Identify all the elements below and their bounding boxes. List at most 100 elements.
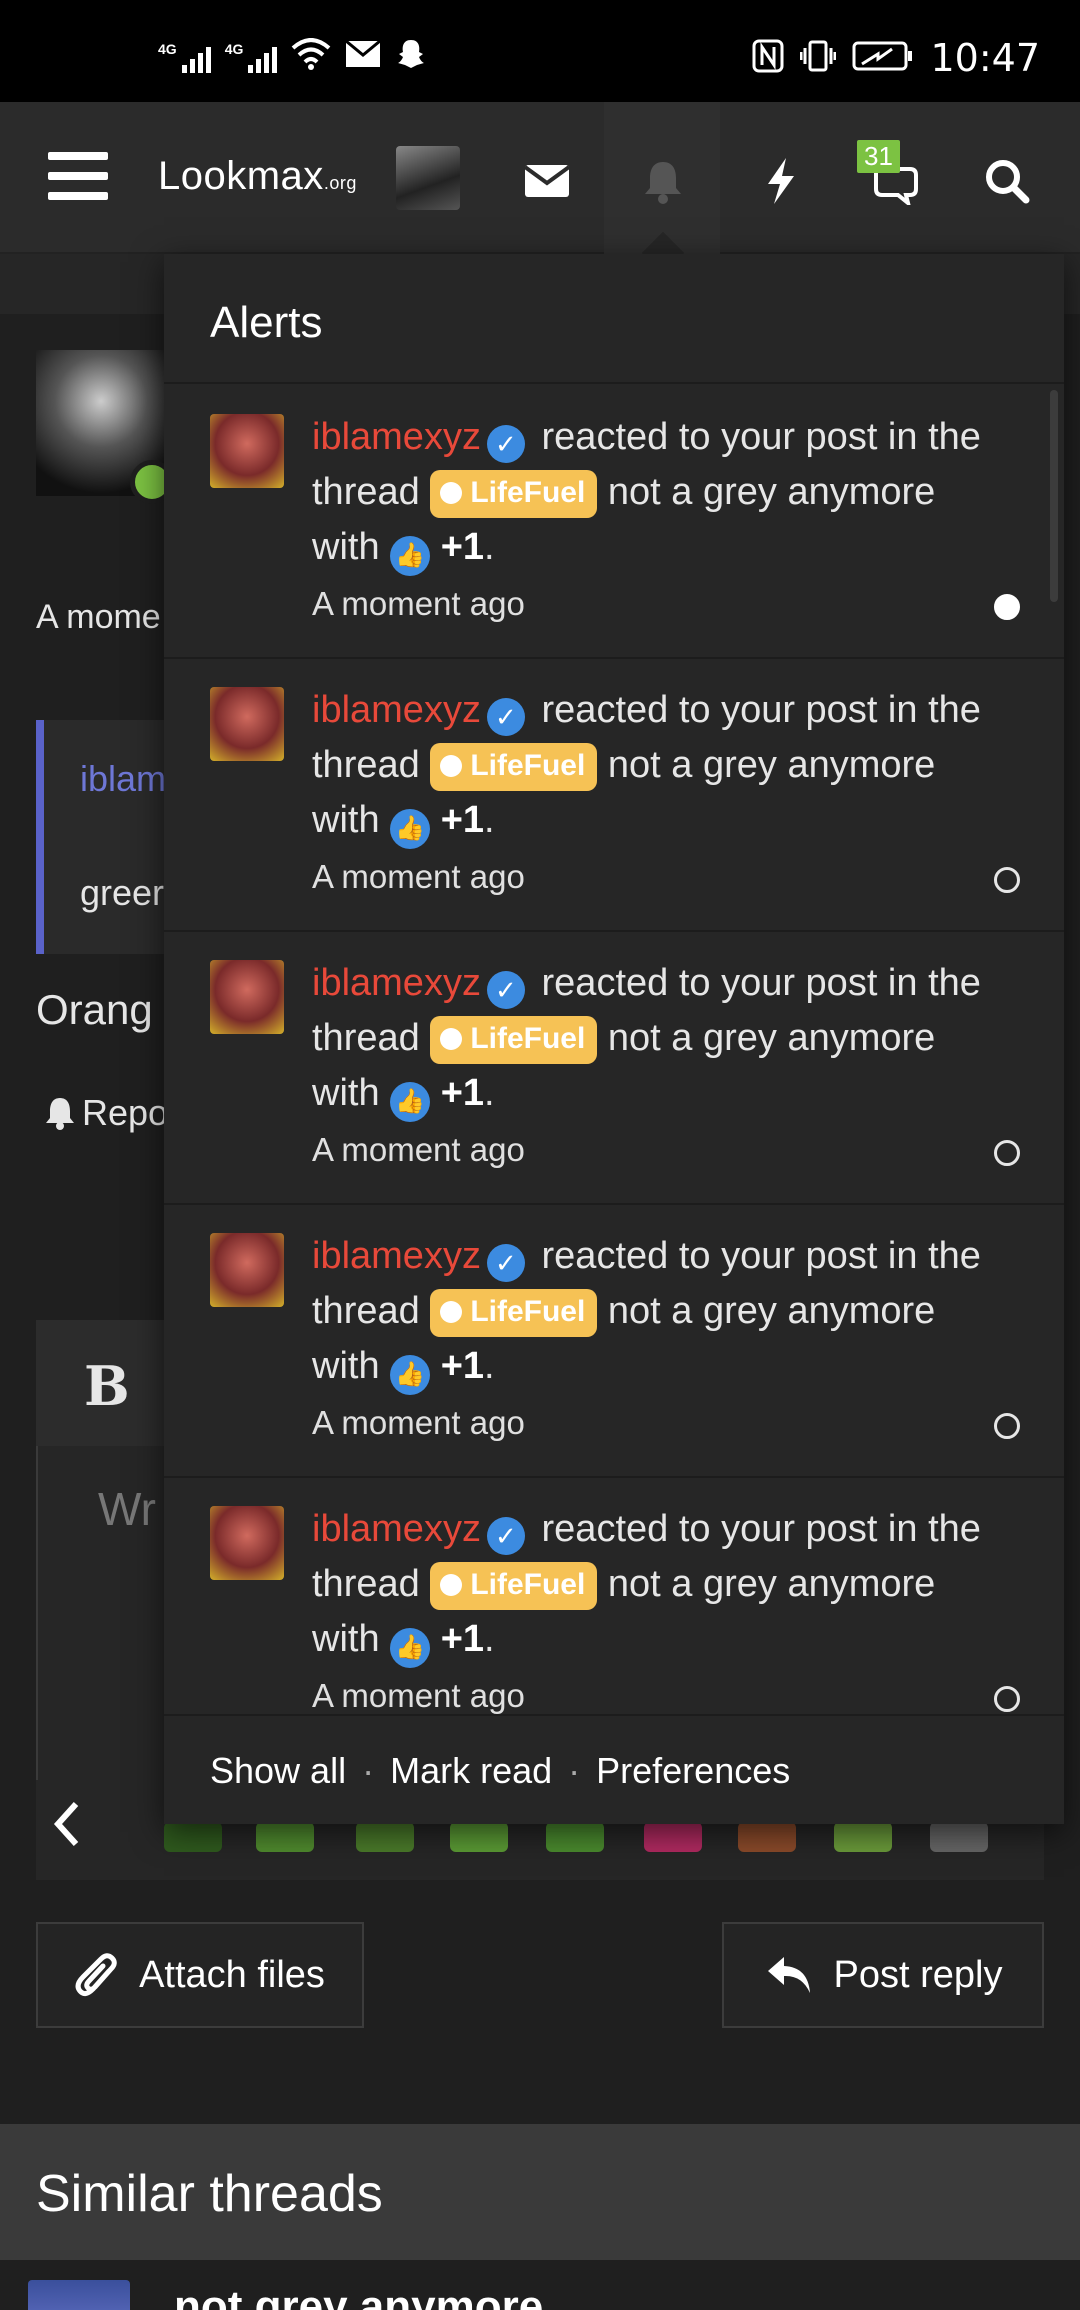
reaction-label: +1: [440, 1072, 485, 1114]
signal-icon: 4G: [225, 41, 278, 73]
alert-with: with: [312, 526, 380, 568]
verified-icon: ✓: [486, 971, 525, 1009]
thread-title[interactable]: not a grey anymore: [608, 744, 935, 786]
post-timestamp[interactable]: A mome: [36, 598, 161, 637]
mark-read-toggle[interactable]: [994, 867, 1020, 893]
alert-with: with: [312, 1072, 380, 1114]
reaction-label: +1: [440, 799, 485, 841]
alert-item[interactable]: iblamexyz ✓ reacted to your post in the t…: [164, 386, 1064, 659]
report-link[interactable]: Repo: [44, 1092, 168, 1134]
reaction-label: +1: [440, 1618, 485, 1660]
alert-username[interactable]: iblamexyz: [312, 1235, 481, 1277]
alert-body[interactable]: iblamexyz ✓ reacted to your post in the t…: [312, 410, 992, 631]
verified-icon: ✓: [486, 1244, 525, 1282]
mark-read-link[interactable]: Mark read: [390, 1750, 552, 1792]
alert-item[interactable]: iblamexyz ✓ reacted to your post in the t…: [164, 1205, 1064, 1478]
whats-new-icon[interactable]: [746, 146, 816, 216]
thread-prefix: LifeFuel: [430, 1016, 598, 1064]
bell-icon[interactable]: [628, 146, 698, 216]
show-all-link[interactable]: Show all: [210, 1750, 346, 1792]
emoji-icon[interactable]: [834, 1822, 892, 1852]
quote-bar: [36, 720, 44, 954]
reply-icon: [767, 1957, 810, 1993]
thread-prefix: LifeFuel: [430, 1289, 598, 1337]
mark-read-toggle[interactable]: [994, 1413, 1020, 1439]
thread-title[interactable]: not a grey anymore: [608, 1290, 935, 1332]
reaction-label: +1: [440, 1345, 485, 1387]
thread-title[interactable]: not a grey anymore: [608, 1017, 935, 1059]
alert-user-avatar[interactable]: [210, 687, 284, 761]
alert-username[interactable]: iblamexyz: [312, 1508, 481, 1550]
emoji-icon[interactable]: [450, 1822, 508, 1852]
mark-read-toggle[interactable]: [994, 1686, 1020, 1712]
battery-icon: [852, 40, 914, 77]
wifi-icon: [291, 38, 331, 76]
emoji-icon[interactable]: [546, 1822, 604, 1852]
alerts-title: Alerts: [210, 298, 323, 347]
chevron-left-icon[interactable]: [52, 1800, 82, 1857]
post-reply-button[interactable]: Post reply: [722, 1922, 1044, 2028]
similar-thread-title[interactable]: not grey anymore: [174, 2282, 543, 2310]
emoji-icon[interactable]: [164, 1822, 222, 1852]
thread-title[interactable]: not a grey anymore: [608, 471, 935, 513]
alert-user-avatar[interactable]: [210, 1233, 284, 1307]
emoji-icon[interactable]: [644, 1822, 702, 1852]
inbox-icon[interactable]: [512, 146, 582, 216]
alert-username[interactable]: iblamexyz: [312, 416, 481, 458]
alert-user-avatar[interactable]: [210, 414, 284, 488]
lightbulb-icon: [440, 482, 463, 504]
verified-icon: ✓: [486, 698, 525, 736]
alert-time: A moment ago: [312, 858, 525, 895]
alert-with: with: [312, 799, 380, 841]
snapchat-icon: [395, 38, 427, 76]
editor-placeholder[interactable]: Wr: [98, 1482, 156, 1536]
alert-user-avatar[interactable]: [210, 1506, 284, 1580]
mark-read-toggle[interactable]: [994, 594, 1020, 620]
alert-item[interactable]: iblamexyz ✓ reacted to your post in the t…: [164, 932, 1064, 1205]
alerts-scrollbar[interactable]: [1050, 390, 1058, 602]
quote-author[interactable]: iblam: [80, 758, 166, 800]
alert-username[interactable]: iblamexyz: [312, 962, 481, 1004]
alerts-list: iblamexyz ✓ reacted to your post in the t…: [164, 386, 1064, 1824]
alerts-menu: Alerts iblamexyz ✓ reacted to your post i…: [164, 254, 1064, 1824]
similar-threads-header: Similar threads: [0, 2124, 1080, 2260]
alert-body[interactable]: iblamexyz ✓ reacted to your post in the t…: [312, 683, 992, 904]
alert-body[interactable]: iblamexyz ✓ reacted to your post in the t…: [312, 956, 992, 1177]
mail-icon: [345, 39, 382, 74]
like-reaction-icon: 👍: [390, 809, 431, 849]
alert-username[interactable]: iblamexyz: [312, 689, 481, 731]
signal-icon: 4G: [158, 41, 211, 73]
alert-body[interactable]: iblamexyz ✓ reacted to your post in the t…: [312, 1229, 992, 1450]
verified-icon: ✓: [486, 425, 525, 463]
search-icon[interactable]: [972, 146, 1042, 216]
like-reaction-icon: 👍: [390, 536, 431, 576]
alert-item[interactable]: iblamexyz ✓ reacted to your post in the t…: [164, 1478, 1064, 1751]
verified-icon: ✓: [486, 1517, 525, 1555]
alerts-header: Alerts: [164, 254, 1064, 384]
alert-time: A moment ago: [312, 1404, 525, 1441]
bold-button[interactable]: B: [84, 1354, 130, 1418]
thread-prefix: LifeFuel: [430, 1562, 598, 1610]
separator: ·: [568, 1750, 581, 1791]
lightbulb-icon: [440, 755, 463, 777]
bell-icon: [46, 1098, 74, 1130]
attach-files-button[interactable]: Attach files: [36, 1922, 364, 2028]
menu-icon[interactable]: [48, 152, 108, 200]
emoji-icon[interactable]: [356, 1822, 414, 1852]
thread-title[interactable]: not a grey anymore: [608, 1563, 935, 1605]
emoji-icon[interactable]: [738, 1822, 796, 1852]
thread-thumbnail[interactable]: [28, 2280, 130, 2310]
alert-user-avatar[interactable]: [210, 960, 284, 1034]
quote-text: greer: [80, 872, 165, 913]
lightbulb-icon: [440, 1028, 463, 1050]
thread-prefix: LifeFuel: [430, 743, 598, 791]
alert-body[interactable]: iblamexyz ✓ reacted to your post in the t…: [312, 1502, 992, 1723]
site-logo[interactable]: Lookmax.org: [158, 154, 357, 199]
reaction-label: +1: [440, 526, 485, 568]
mark-read-toggle[interactable]: [994, 1140, 1020, 1166]
emoji-icon[interactable]: [256, 1822, 314, 1852]
preferences-link[interactable]: Preferences: [596, 1750, 790, 1792]
user-avatar[interactable]: [396, 146, 460, 210]
alert-item[interactable]: iblamexyz ✓ reacted to your post in the t…: [164, 659, 1064, 932]
emoji-icon[interactable]: [930, 1822, 988, 1852]
